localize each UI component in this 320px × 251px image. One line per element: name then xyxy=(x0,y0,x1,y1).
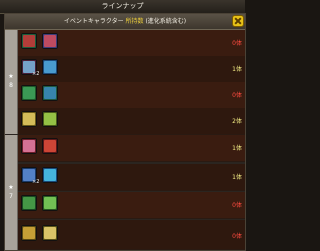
lineup-panel: イベントキャラクター 所持数 (進化系統含む) ★ 8 0体 ×2 1体 0体 … xyxy=(4,13,246,251)
character-icon[interactable] xyxy=(42,195,58,211)
lineup-row[interactable]: 2体 xyxy=(18,108,245,135)
lineup-row[interactable]: 1体 xyxy=(18,135,245,162)
window-title: ラインナップ xyxy=(101,2,144,10)
lineup-row[interactable]: 0体 xyxy=(18,82,245,109)
owned-count: 1体 xyxy=(232,66,242,73)
character-icon[interactable] xyxy=(42,225,58,241)
lineup-row[interactable]: 0体 xyxy=(18,30,245,57)
header-suffix: (進化系統含む) xyxy=(145,18,187,25)
window-title-bar: ラインナップ xyxy=(0,0,245,14)
header-prefix: イベントキャラクター xyxy=(63,18,124,25)
lineup-row[interactable]: 0体 xyxy=(18,220,245,250)
rarity-value: 8 xyxy=(9,82,13,89)
character-icon[interactable] xyxy=(42,59,58,75)
character-icon[interactable] xyxy=(42,85,58,101)
character-icon[interactable] xyxy=(21,138,37,154)
character-icon[interactable] xyxy=(42,138,58,154)
owned-count: 2体 xyxy=(232,118,242,125)
owned-count: 0体 xyxy=(232,202,242,209)
lineup-row[interactable]: ×2 1体 xyxy=(18,164,245,191)
evolution-count-badge: ×2 xyxy=(32,71,40,77)
owned-count: 0体 xyxy=(232,92,242,99)
rarity-star-icon: ★ xyxy=(8,183,14,191)
character-icon[interactable] xyxy=(21,33,37,49)
character-icon[interactable] xyxy=(42,167,58,183)
character-icon[interactable] xyxy=(21,111,37,127)
header-count-label: 所持数 xyxy=(125,18,144,25)
owned-count: 0体 xyxy=(232,40,242,47)
evolution-count-badge: ×2 xyxy=(32,179,40,185)
lineup-row[interactable]: 0体 xyxy=(18,192,245,219)
owned-count: 1体 xyxy=(232,145,242,152)
rarity-column-7: ★ 7 xyxy=(5,135,18,250)
rarity-star-icon: ★ xyxy=(8,73,14,80)
character-icon[interactable] xyxy=(21,225,37,241)
character-icon[interactable] xyxy=(42,33,58,49)
character-icon[interactable] xyxy=(21,195,37,211)
panel-header: イベントキャラクター 所持数 (進化系統含む) xyxy=(5,14,245,30)
character-icon[interactable] xyxy=(42,111,58,127)
owned-count: 1体 xyxy=(232,174,242,181)
close-button[interactable] xyxy=(233,16,243,26)
character-icon[interactable] xyxy=(21,85,37,101)
lineup-row[interactable]: ×2 1体 xyxy=(18,56,245,83)
rarity-column-8: ★ 8 xyxy=(5,30,18,134)
rarity-value: 7 xyxy=(9,192,13,200)
owned-count: 0体 xyxy=(232,233,242,240)
